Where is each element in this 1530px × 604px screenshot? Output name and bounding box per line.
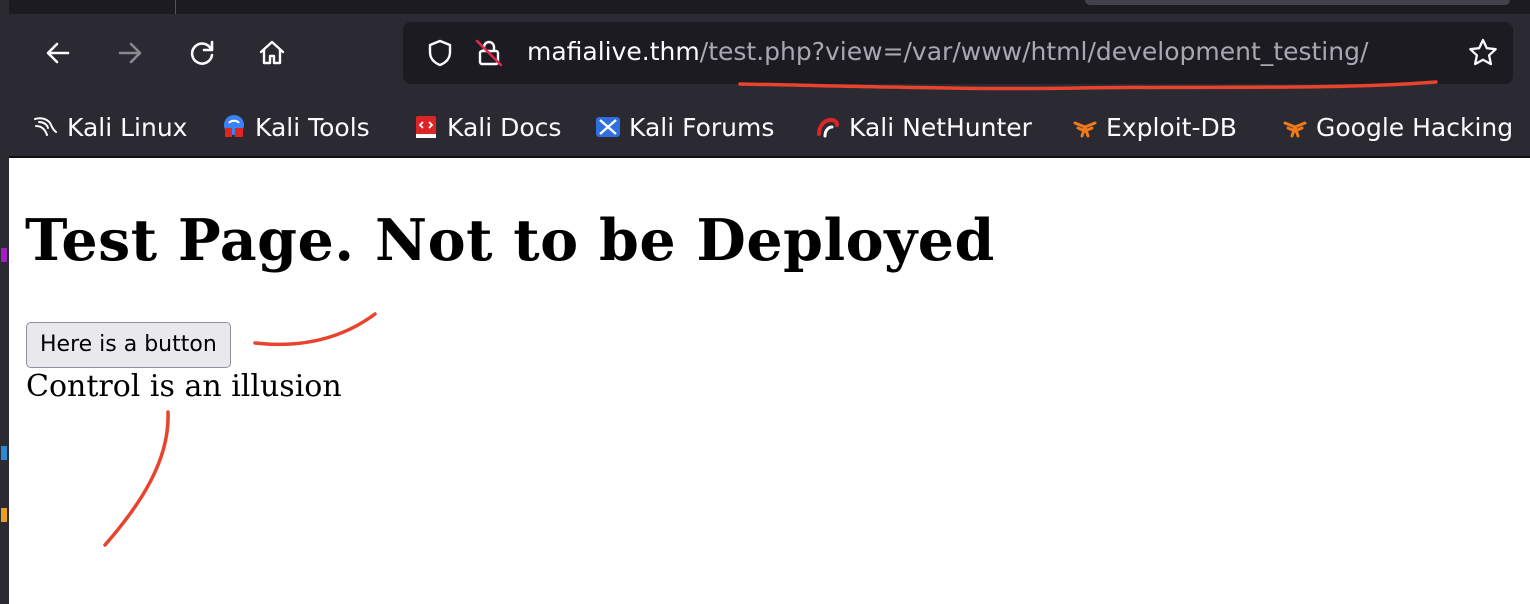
bookmark-label: Kali Tools bbox=[255, 112, 370, 142]
home-icon[interactable] bbox=[255, 36, 289, 70]
bookmark-label: Kali Forums bbox=[629, 112, 775, 142]
tab[interactable] bbox=[1085, 0, 1510, 5]
bookmarks-toolbar: Kali Linux Kali Tools Kali Docs Kali For… bbox=[9, 100, 1530, 158]
kali-docs-icon bbox=[413, 114, 439, 140]
bookmark-google-hacking[interactable]: Google Hacking bbox=[1282, 108, 1513, 146]
url-bar[interactable]: mafialive.thm/test.php?view=/var/www/htm… bbox=[403, 22, 1513, 84]
url-path: /test.php?view=/var/www/html/development… bbox=[699, 37, 1369, 66]
url-text[interactable]: mafialive.thm/test.php?view=/var/www/htm… bbox=[527, 36, 1447, 68]
page-text: Control is an illusion bbox=[26, 369, 342, 404]
bookmark-kali-forums[interactable]: Kali Forums bbox=[595, 108, 774, 146]
bookmark-kali-tools[interactable]: Kali Tools bbox=[221, 108, 370, 146]
bookmark-star-icon[interactable] bbox=[1467, 37, 1499, 73]
bookmark-kali-nethunter[interactable]: Kali NetHunter bbox=[815, 108, 1032, 146]
page-content: Test Page. Not to be Deployed Here is a … bbox=[9, 158, 1530, 604]
forward-arrow-icon[interactable] bbox=[113, 36, 147, 70]
bookmark-exploit-db[interactable]: Exploit-DB bbox=[1072, 108, 1237, 146]
kali-dragon-icon bbox=[33, 114, 59, 140]
exploit-db-icon bbox=[1072, 114, 1098, 140]
bookmark-label: Google Hacking bbox=[1316, 112, 1514, 142]
kali-nethunter-icon bbox=[815, 114, 841, 140]
bookmark-label: Kali NetHunter bbox=[849, 112, 1032, 142]
bookmark-label: Exploit-DB bbox=[1106, 112, 1237, 142]
navigation-toolbar: mafialive.thm/test.php?view=/var/www/htm… bbox=[9, 14, 1530, 100]
kali-tools-icon bbox=[221, 114, 247, 140]
google-hacking-icon bbox=[1282, 114, 1308, 140]
here-is-a-button[interactable]: Here is a button bbox=[26, 322, 231, 368]
url-host: mafialive.thm bbox=[527, 37, 700, 66]
bookmark-kali-docs[interactable]: Kali Docs bbox=[413, 108, 561, 146]
tab-divider bbox=[175, 0, 176, 14]
bookmark-label: Kali Docs bbox=[447, 112, 562, 142]
page-title: Test Page. Not to be Deployed bbox=[25, 207, 995, 274]
insecure-lock-icon[interactable] bbox=[473, 37, 505, 73]
edge-mark bbox=[1, 248, 7, 262]
shield-icon[interactable] bbox=[425, 38, 455, 72]
reload-icon[interactable] bbox=[185, 36, 219, 70]
tab-strip bbox=[0, 0, 1530, 14]
kali-forums-icon bbox=[595, 114, 621, 140]
back-arrow-icon[interactable] bbox=[41, 36, 75, 70]
edge-mark bbox=[1, 446, 7, 460]
bookmark-label: Kali Linux bbox=[67, 112, 188, 142]
edge-mark bbox=[1, 508, 7, 522]
background-window-edge bbox=[0, 0, 9, 604]
bookmark-kali-linux[interactable]: Kali Linux bbox=[33, 108, 187, 146]
